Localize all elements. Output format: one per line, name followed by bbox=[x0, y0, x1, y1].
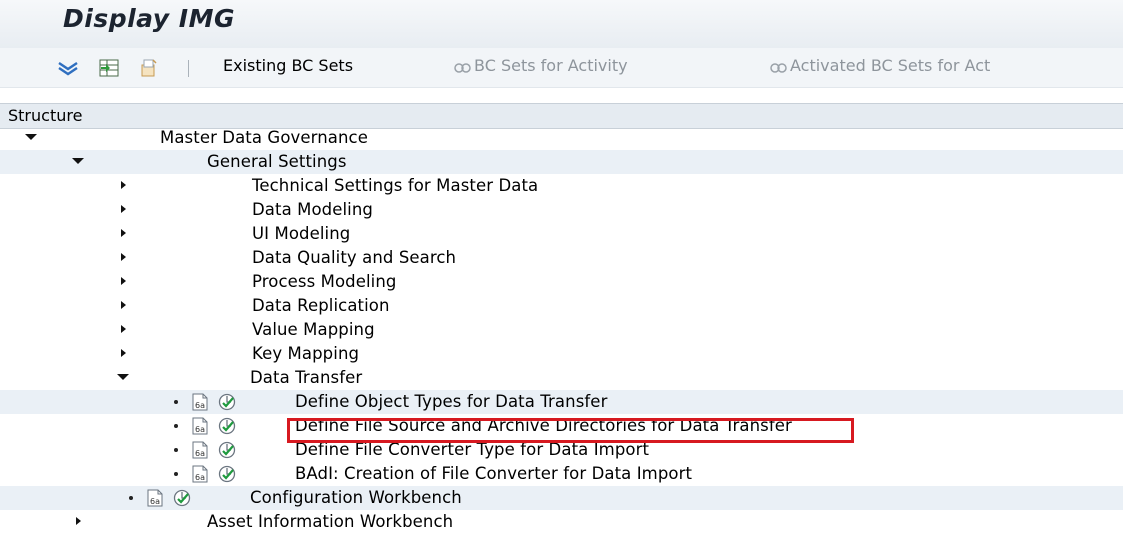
tree-node-data-replication[interactable]: Data Replication bbox=[0, 294, 1123, 318]
svg-text:6a: 6a bbox=[195, 425, 205, 434]
svg-text:6a: 6a bbox=[195, 473, 205, 482]
execute-activity-icon[interactable] bbox=[218, 465, 236, 483]
bc-sets-for-activity-button[interactable]: BC Sets for Activity bbox=[474, 56, 628, 75]
tree-node-key-mapping[interactable]: Key Mapping bbox=[0, 342, 1123, 366]
expand-arrow-icon[interactable] bbox=[119, 246, 133, 270]
collapse-arrow-icon[interactable] bbox=[24, 126, 38, 150]
execute-activity-icon[interactable] bbox=[218, 393, 236, 411]
tree-node-label: Data Transfer bbox=[250, 368, 363, 387]
svg-text:6a: 6a bbox=[195, 401, 205, 410]
img-activity-documentation-icon[interactable]: 6a bbox=[192, 441, 208, 459]
tree-node-data-modeling[interactable]: Data Modeling bbox=[0, 198, 1123, 222]
tree-node-label: Data Modeling bbox=[252, 200, 373, 219]
expand-arrow-icon[interactable] bbox=[119, 198, 133, 222]
activated-bc-sets-button[interactable]: Activated BC Sets for Act bbox=[790, 56, 990, 75]
expand-arrow-icon[interactable] bbox=[119, 294, 133, 318]
tree-node-configuration-workbench[interactable]: 6a Configuration Workbench bbox=[0, 486, 1123, 510]
leaf-bullet bbox=[174, 424, 178, 428]
existing-bc-sets-button[interactable]: Existing BC Sets bbox=[223, 56, 353, 75]
structure-header-label: Structure bbox=[8, 106, 83, 125]
leaf-bullet bbox=[129, 496, 133, 500]
tree-node-label: Process Modeling bbox=[252, 272, 397, 291]
expand-arrow-icon[interactable] bbox=[119, 342, 133, 366]
tree-node-label: Key Mapping bbox=[252, 344, 360, 363]
tree-node-define-object-types[interactable]: 6a Define Object Types for Data Transfer bbox=[0, 390, 1123, 414]
documentation-icon[interactable] bbox=[136, 48, 160, 87]
bc-sets-icon bbox=[452, 48, 474, 87]
execute-activity-icon[interactable] bbox=[218, 441, 236, 459]
leaf-bullet bbox=[174, 400, 178, 404]
expand-arrow-icon[interactable] bbox=[74, 510, 88, 534]
tree-node-data-transfer[interactable]: Data Transfer bbox=[0, 366, 1123, 390]
leaf-bullet bbox=[174, 448, 178, 452]
execute-activity-icon[interactable] bbox=[218, 417, 236, 435]
tree-node-label: General Settings bbox=[207, 152, 347, 171]
expand-arrow-icon[interactable] bbox=[119, 174, 133, 198]
tree-node-ui-modeling[interactable]: UI Modeling bbox=[0, 222, 1123, 246]
tree-node-process-modeling[interactable]: Process Modeling bbox=[0, 270, 1123, 294]
tree-node-label: Data Replication bbox=[252, 296, 390, 315]
svg-text:6a: 6a bbox=[195, 449, 205, 458]
expand-all-icon[interactable] bbox=[56, 48, 80, 87]
tree-node-label: Configuration Workbench bbox=[250, 488, 462, 507]
tree-node-value-mapping[interactable]: Value Mapping bbox=[0, 318, 1123, 342]
img-activity-documentation-icon[interactable]: 6a bbox=[192, 393, 208, 411]
tree-node-label: Master Data Governance bbox=[160, 128, 368, 147]
img-activity-documentation-icon[interactable]: 6a bbox=[192, 465, 208, 483]
collapse-arrow-icon[interactable] bbox=[116, 366, 130, 390]
tree-node-label: Technical Settings for Master Data bbox=[252, 176, 539, 195]
window-title: Display IMG bbox=[63, 4, 235, 33]
tree-node-badi-file-converter[interactable]: 6a BAdI: Creation of File Converter for … bbox=[0, 462, 1123, 486]
tree-node-label: BAdI: Creation of File Converter for Dat… bbox=[295, 464, 693, 483]
table-export-icon[interactable] bbox=[97, 48, 121, 87]
leaf-bullet bbox=[174, 472, 178, 476]
tree-node-master-data-governance[interactable]: Master Data Governance bbox=[0, 126, 1123, 150]
title-bar: Display IMG bbox=[0, 0, 1123, 49]
tree-node-label: UI Modeling bbox=[252, 224, 351, 243]
tree-node-label: Value Mapping bbox=[252, 320, 375, 339]
expand-arrow-icon[interactable] bbox=[119, 222, 133, 246]
tree-node-label: Asset Information Workbench bbox=[207, 512, 454, 531]
collapse-arrow-icon[interactable] bbox=[71, 150, 85, 174]
activated-bc-sets-icon bbox=[768, 48, 790, 87]
tree-node-label: Data Quality and Search bbox=[252, 248, 457, 267]
tree-node-general-settings[interactable]: General Settings bbox=[0, 150, 1123, 174]
expand-arrow-icon[interactable] bbox=[119, 270, 133, 294]
toolbar-separator bbox=[188, 60, 189, 77]
execute-activity-icon[interactable] bbox=[173, 489, 191, 507]
expand-arrow-icon[interactable] bbox=[119, 318, 133, 342]
tree-node-data-quality-search[interactable]: Data Quality and Search bbox=[0, 246, 1123, 270]
tree-node-label: Define Object Types for Data Transfer bbox=[295, 392, 608, 411]
tree-node-technical-settings[interactable]: Technical Settings for Master Data bbox=[0, 174, 1123, 198]
img-activity-documentation-icon[interactable]: 6a bbox=[192, 417, 208, 435]
highlight-annotation-box bbox=[287, 418, 854, 443]
application-toolbar: Existing BC Sets BC Sets for Activity Ac… bbox=[0, 48, 1123, 88]
tree-node-asset-information-workbench[interactable]: Asset Information Workbench bbox=[0, 510, 1123, 534]
svg-text:6a: 6a bbox=[150, 497, 160, 506]
img-activity-documentation-icon[interactable]: 6a bbox=[147, 489, 163, 507]
